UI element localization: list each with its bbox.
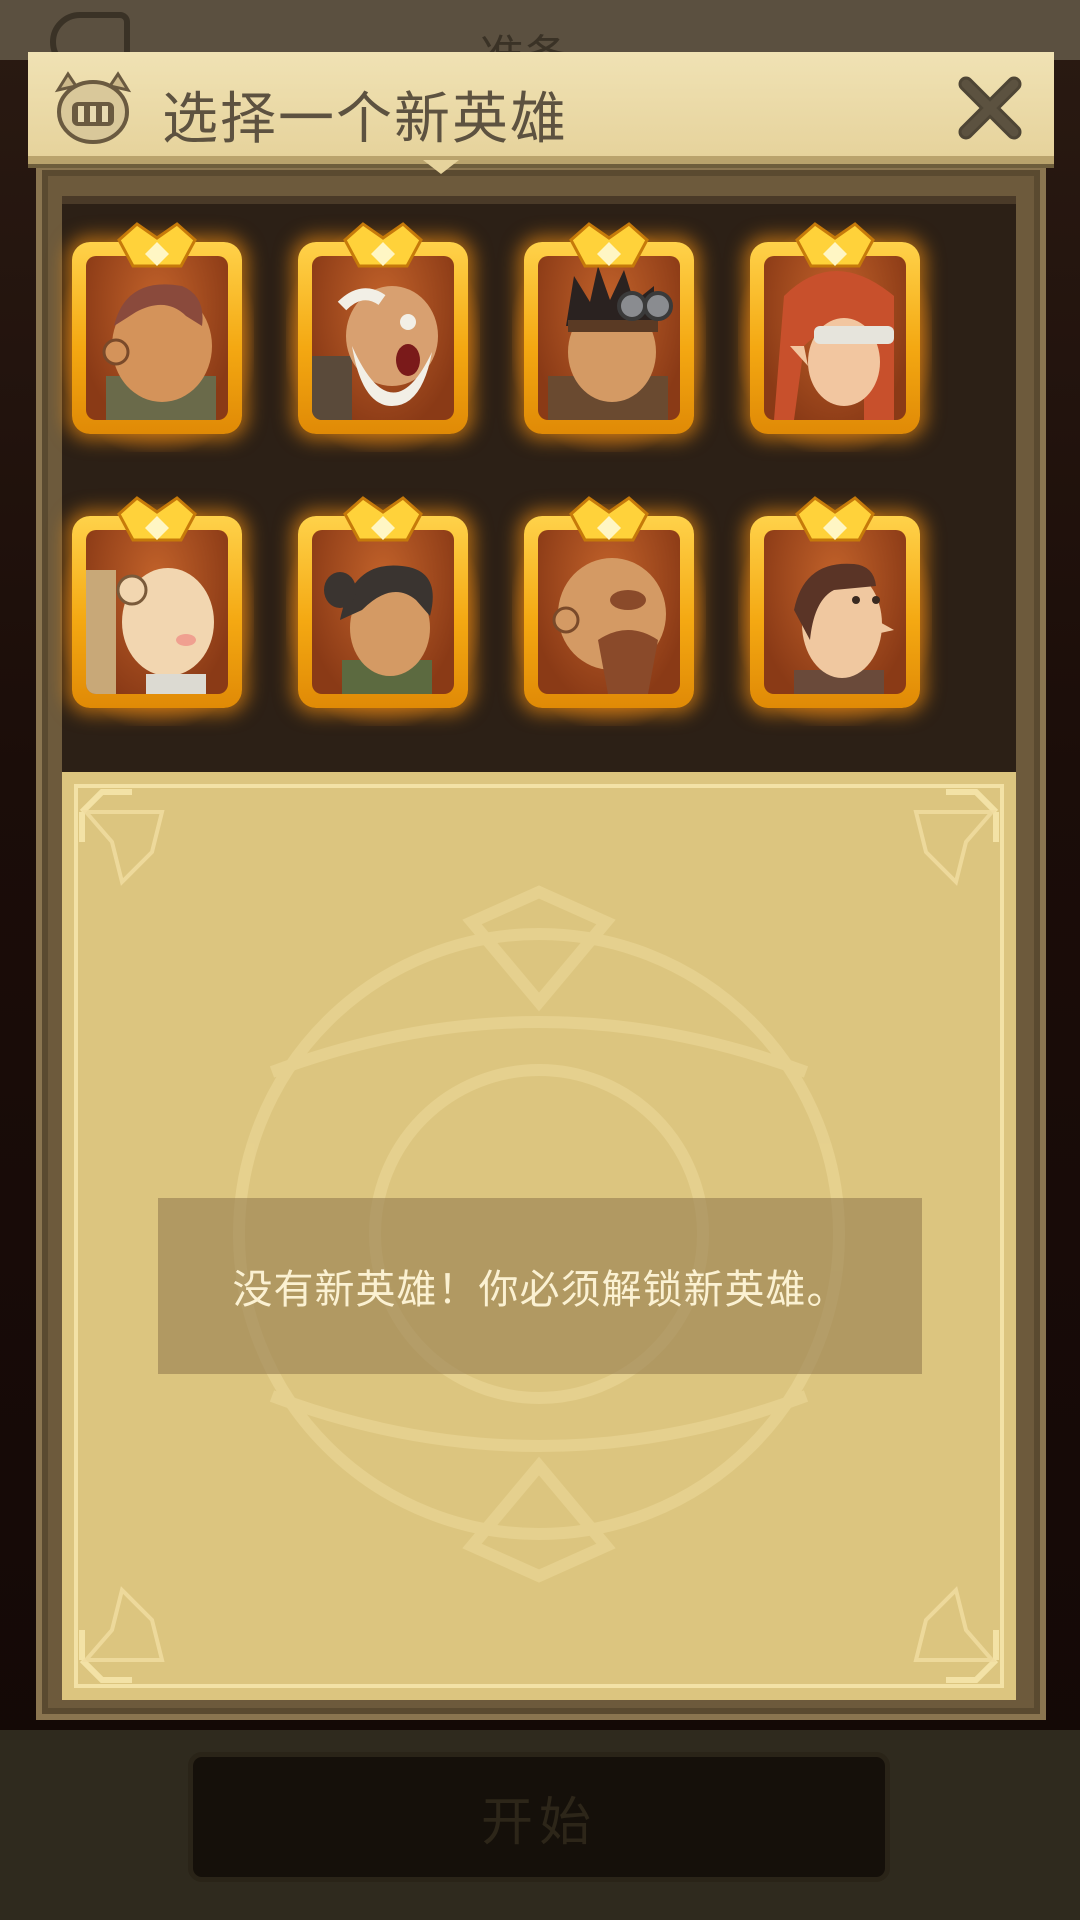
hero-card-3[interactable] (512, 220, 706, 452)
hero-card-2[interactable] (286, 220, 480, 452)
crown-icon (569, 496, 649, 542)
hero-portrait-icon (86, 256, 228, 420)
helmet-icon (54, 71, 132, 144)
hero-card-5[interactable] (60, 494, 254, 726)
dialog-title: 选择一个新英雄 (162, 87, 568, 152)
hero-card-8[interactable] (738, 494, 932, 726)
hero-portrait-icon (312, 256, 454, 420)
start-button[interactable]: 开始 (188, 1752, 890, 1882)
hero-portrait-icon (538, 256, 680, 420)
no-new-hero-message: 没有新英雄！你必须解锁新英雄。 (232, 1267, 848, 1313)
hero-portrait-icon (538, 530, 680, 694)
crown-icon (117, 496, 197, 542)
close-icon[interactable] (956, 74, 1024, 142)
select-hero-dialog: 选择一个新英雄 没有新英雄！你必须解锁新英雄。 (28, 52, 1054, 1728)
hero-portrait-icon (764, 256, 906, 420)
crown-icon (795, 496, 875, 542)
hero-card-6[interactable] (286, 494, 480, 726)
hero-card-1[interactable] (60, 220, 254, 452)
hero-portrait-icon (86, 530, 228, 694)
crown-icon (343, 222, 423, 268)
hero-card-7[interactable] (512, 494, 706, 726)
crown-icon (117, 222, 197, 268)
no-new-hero-message-box: 没有新英雄！你必须解锁新英雄。 (158, 1198, 922, 1374)
hero-card-4[interactable] (738, 220, 932, 452)
crown-icon (343, 496, 423, 542)
hero-grid (60, 196, 1016, 772)
hero-portrait-icon (764, 530, 906, 694)
hero-info-panel: 没有新英雄！你必须解锁新英雄。 (62, 772, 1016, 1700)
hero-portrait-icon (312, 530, 454, 694)
dialog-header: 选择一个新英雄 (28, 52, 1054, 164)
crown-icon (795, 222, 875, 268)
crown-icon (569, 222, 649, 268)
